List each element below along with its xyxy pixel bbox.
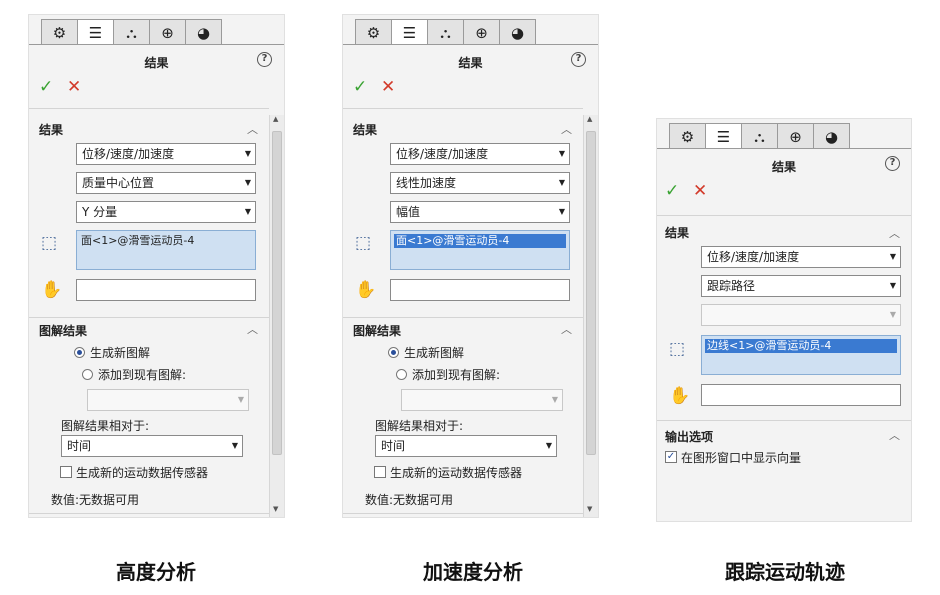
reference-input[interactable] <box>701 384 901 406</box>
cancel-button[interactable]: ✕ <box>381 77 395 97</box>
panel-tabs: ⚙ ☰ ⛬ ⊕ ◕ <box>669 123 850 149</box>
cancel-button[interactable]: ✕ <box>67 77 81 97</box>
new-plot-radio[interactable] <box>74 347 85 358</box>
display-manager-icon[interactable]: ◕ <box>499 19 536 45</box>
selection-item[interactable]: 面<1>@滑雪运动员-4 <box>394 234 566 248</box>
help-icon[interactable]: ? <box>571 52 586 67</box>
result-category-dropdown[interactable]: 位移/速度/加速度 ▼ <box>390 143 570 165</box>
sensor-checkbox-label: 生成新的运动数据传感器 <box>390 466 523 480</box>
results-section-header[interactable]: 结果 <box>39 121 63 138</box>
collapse-icon[interactable]: ︿ <box>889 427 900 443</box>
value-text: 数值:无数据可用 <box>365 493 454 507</box>
result-category-dropdown[interactable]: 位移/速度/加速度 ▼ <box>76 143 256 165</box>
result-subcategory-dropdown[interactable]: 质量中心位置 ▼ <box>76 172 256 194</box>
sensor-checkbox[interactable] <box>60 466 72 478</box>
existing-plot-dropdown[interactable]: ▼ <box>401 389 563 411</box>
result-category-dropdown[interactable]: 位移/速度/加速度 ▼ <box>701 246 901 268</box>
panel-scrollbar[interactable]: ▲ ▼ <box>583 115 598 517</box>
panel-title: 结果 <box>144 56 169 70</box>
sensor-checkbox-label: 生成新的运动数据传感器 <box>76 466 209 480</box>
new-plot-label: 生成新图解 <box>404 346 465 360</box>
selection-box[interactable]: 面<1>@滑雪运动员-4 <box>76 230 256 270</box>
collapse-icon[interactable]: ︿ <box>247 321 258 337</box>
configuration-manager-icon[interactable]: ⛬ <box>427 19 464 45</box>
help-icon[interactable]: ? <box>257 52 272 67</box>
panel-title: 结果 <box>771 160 796 174</box>
help-icon[interactable]: ? <box>885 156 900 171</box>
collapse-icon[interactable]: ︿ <box>247 121 258 137</box>
caption-height-analysis: 高度分析 <box>116 560 196 584</box>
face-selection-icon: ⬚ <box>41 233 58 253</box>
scrollbar-thumb[interactable] <box>586 131 596 455</box>
relative-label: 图解结果相对于: <box>61 419 150 433</box>
property-panel-trace-path: ⚙ ☰ ⛬ ⊕ ◕ 结果 ? ✓ ✕ 结果 ︿ 位移/速度/加速度 ▼ 跟踪路径 ▼… <box>656 118 912 522</box>
show-vector-label: 在图形窗口中显示向量 <box>681 451 802 465</box>
panel-scrollbar[interactable]: ▲ ▼ <box>269 115 284 517</box>
new-plot-label: 生成新图解 <box>90 346 151 360</box>
edge-selection-icon: ⬚ <box>669 339 686 359</box>
ok-button[interactable]: ✓ <box>39 77 53 97</box>
cancel-button[interactable]: ✕ <box>693 181 707 201</box>
results-section-header[interactable]: 结果 <box>353 121 377 138</box>
display-manager-icon[interactable]: ◕ <box>813 123 850 149</box>
add-plot-label: 添加到现有图解: <box>412 368 501 382</box>
selection-box[interactable]: 面<1>@滑雪运动员-4 <box>390 230 570 270</box>
face-selection-icon: ⬚ <box>355 233 372 253</box>
value-text: 数值:无数据可用 <box>51 493 140 507</box>
reference-input[interactable] <box>390 279 570 301</box>
existing-plot-dropdown[interactable]: ▼ <box>87 389 249 411</box>
scrollbar-thumb[interactable] <box>272 131 282 455</box>
component-icon: ✋ <box>669 386 691 406</box>
selection-item[interactable]: 面<1>@滑雪运动员-4 <box>81 234 194 247</box>
component-icon: ✋ <box>355 280 377 300</box>
reference-input[interactable] <box>76 279 256 301</box>
add-plot-label: 添加到现有图解: <box>98 368 187 382</box>
plot-section-header[interactable]: 图解结果 <box>353 322 401 339</box>
show-vector-checkbox[interactable]: ✓ <box>665 451 677 463</box>
caption-trace-path: 跟踪运动轨迹 <box>725 560 845 584</box>
results-section-header[interactable]: 结果 <box>665 224 689 241</box>
plot-section-header[interactable]: 图解结果 <box>39 322 87 339</box>
dimxpert-icon[interactable]: ⊕ <box>777 123 814 149</box>
dimxpert-icon[interactable]: ⊕ <box>463 19 500 45</box>
feature-manager-icon[interactable]: ⚙ <box>669 123 706 149</box>
result-component-dropdown[interactable]: Y 分量 ▼ <box>76 201 256 223</box>
relative-label: 图解结果相对于: <box>375 419 464 433</box>
add-plot-radio[interactable] <box>82 369 93 380</box>
ok-button[interactable]: ✓ <box>353 77 367 97</box>
property-manager-icon[interactable]: ☰ <box>705 123 742 149</box>
result-component-dropdown[interactable]: ▼ <box>701 304 901 326</box>
sensor-checkbox[interactable] <box>374 466 386 478</box>
feature-manager-icon[interactable]: ⚙ <box>41 19 78 45</box>
panel-title: 结果 <box>458 56 483 70</box>
configuration-manager-icon[interactable]: ⛬ <box>741 123 778 149</box>
property-panel-acceleration: ⚙ ☰ ⛬ ⊕ ◕ 结果 ? ✓ ✕ 结果 ︿ 位移/速度/加速度 ▼ 线性加速度… <box>342 14 599 518</box>
property-panel-height: ⚙ ☰ ⛬ ⊕ ◕ 结果 ? ✓ ✕ 结果 ︿ 位移/速度/加速度 ▼ 质量中心位… <box>28 14 285 518</box>
panel-tabs: ⚙ ☰ ⛬ ⊕ ◕ <box>41 19 222 45</box>
result-subcategory-dropdown[interactable]: 跟踪路径 ▼ <box>701 275 901 297</box>
relative-dropdown[interactable]: 时间 ▼ <box>61 435 243 457</box>
result-subcategory-dropdown[interactable]: 线性加速度 ▼ <box>390 172 570 194</box>
panel-tabs: ⚙ ☰ ⛬ ⊕ ◕ <box>355 19 536 45</box>
output-section-header[interactable]: 输出选项 <box>665 428 713 445</box>
display-manager-icon[interactable]: ◕ <box>185 19 222 45</box>
selection-box[interactable]: 边线<1>@滑雪运动员-4 <box>701 335 901 375</box>
new-plot-radio[interactable] <box>388 347 399 358</box>
result-component-dropdown[interactable]: 幅值 ▼ <box>390 201 570 223</box>
collapse-icon[interactable]: ︿ <box>889 225 900 241</box>
feature-manager-icon[interactable]: ⚙ <box>355 19 392 45</box>
property-manager-icon[interactable]: ☰ <box>77 19 114 45</box>
component-icon: ✋ <box>41 280 63 300</box>
caption-acceleration-analysis: 加速度分析 <box>423 560 523 584</box>
dimxpert-icon[interactable]: ⊕ <box>149 19 186 45</box>
configuration-manager-icon[interactable]: ⛬ <box>113 19 150 45</box>
ok-button[interactable]: ✓ <box>665 181 679 201</box>
relative-dropdown[interactable]: 时间 ▼ <box>375 435 557 457</box>
property-manager-icon[interactable]: ☰ <box>391 19 428 45</box>
collapse-icon[interactable]: ︿ <box>561 321 572 337</box>
collapse-icon[interactable]: ︿ <box>561 121 572 137</box>
add-plot-radio[interactable] <box>396 369 407 380</box>
selection-item[interactable]: 边线<1>@滑雪运动员-4 <box>705 339 897 353</box>
